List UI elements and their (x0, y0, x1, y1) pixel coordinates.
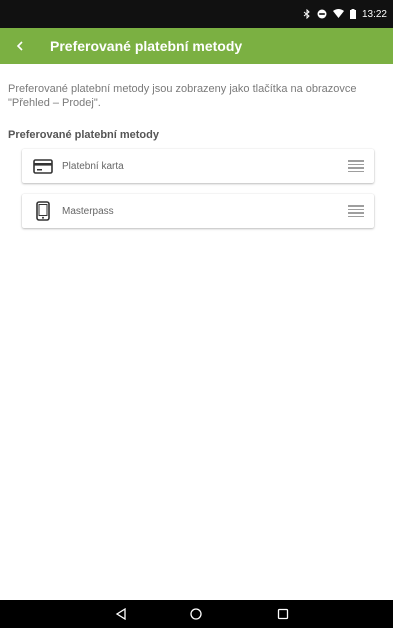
battery-icon (349, 9, 356, 19)
description-text: Preferované platební metody jsou zobraze… (8, 83, 357, 109)
payment-method-card[interactable]: Platební karta (22, 149, 374, 183)
payment-method-list: Platební karta Masterpass (22, 149, 374, 239)
page-title: Preferované platební metody (50, 38, 243, 54)
section-title: Preferované platební metody (8, 129, 159, 141)
wifi-icon (332, 9, 344, 19)
chevron-left-icon (16, 38, 24, 54)
recents-square-icon[interactable] (275, 607, 291, 621)
navigation-bar (0, 600, 393, 628)
payment-method-label: Masterpass (62, 205, 114, 217)
home-circle-icon[interactable] (188, 607, 204, 621)
drag-handle-icon[interactable] (348, 205, 364, 217)
do-not-disturb-icon (317, 9, 327, 19)
credit-card-icon (32, 155, 54, 177)
app-bar: Preferované platební metody (0, 28, 393, 64)
smartphone-icon (32, 200, 54, 222)
back-triangle-icon[interactable] (113, 607, 129, 621)
bluetooth-icon (303, 9, 311, 19)
payment-method-label: Platební karta (62, 160, 124, 172)
status-time: 13:22 (361, 8, 387, 20)
back-button[interactable] (0, 28, 40, 64)
drag-handle-icon[interactable] (348, 160, 364, 172)
status-bar: 13:22 (0, 0, 393, 28)
payment-method-masterpass[interactable]: Masterpass (22, 194, 374, 228)
